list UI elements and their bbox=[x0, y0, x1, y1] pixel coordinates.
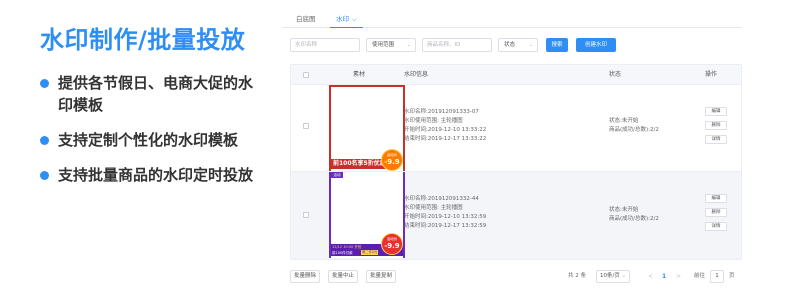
row-actions: 编辑 删除 详情 bbox=[705, 194, 729, 236]
header-material: 素材 bbox=[353, 71, 366, 78]
header-action: 操作 bbox=[705, 71, 718, 78]
start-time: 开始时间:2019-12-10 13:33:22 bbox=[404, 127, 487, 133]
page-unit: 页 bbox=[729, 273, 735, 279]
current-page[interactable]: 1 bbox=[662, 270, 666, 283]
price-badge: 活动价 -9.9 bbox=[381, 149, 403, 171]
table-header: 素材 水印信息 状态 操作 bbox=[291, 65, 741, 85]
product-search-input[interactable]: 商品名称、ID bbox=[422, 38, 492, 52]
banner-label: 第二件0元 bbox=[361, 250, 379, 255]
feature-item: 支持定制个性化的水印模板 bbox=[38, 129, 266, 151]
end-time: 结束时间:2019-12-17 13:32:59 bbox=[404, 223, 487, 229]
watermark-thumbnail: 前100名享5折优惠 活动价 -9.9 bbox=[329, 85, 405, 171]
delete-button[interactable]: 删除 bbox=[705, 208, 727, 217]
start-time: 开始时间:2019-12-10 13:32:59 bbox=[404, 214, 487, 220]
chevron-left-icon[interactable]: < bbox=[648, 270, 653, 283]
status-text: 状态:未开始 bbox=[609, 207, 639, 213]
watermark-banner: 前100名享5折优惠 bbox=[331, 159, 387, 169]
watermark-app: 白底图 水印 ⌵ 水印名称 使用范围 ⌄ 商品名称、ID 状态 ⌄ 搜索 创建水印 素… bbox=[282, 8, 742, 298]
edit-button[interactable]: 编辑 bbox=[705, 194, 727, 203]
search-button[interactable]: 搜索 bbox=[546, 38, 568, 52]
watermark-scope: 水印使用范围: 主轮播图 bbox=[404, 205, 463, 211]
detail-button[interactable]: 详情 bbox=[705, 222, 727, 231]
chevron-right-icon[interactable]: > bbox=[676, 270, 681, 283]
caret-down-icon: ⌄ bbox=[406, 42, 411, 48]
watermark-thumbnail: 活动 12/12 10:00 开抢 前100件付款 第二件0元 活动价 -9.9 bbox=[329, 172, 405, 258]
table-footer: 批量删除 批量中止 批量复制 共 2 条 10条/页 ⌄ < 1 > 前往 1 页 bbox=[290, 270, 742, 284]
batch-copy-button[interactable]: 批量复制 bbox=[366, 270, 396, 283]
watermark-scope: 水印使用范围: 主轮播图 bbox=[404, 118, 463, 124]
page-title: 水印制作/批量投放 bbox=[40, 26, 246, 54]
create-watermark-button[interactable]: 创建水印 bbox=[576, 38, 616, 52]
row-status: 状态:未开始 商品(成功/总数):2/2 bbox=[609, 206, 659, 224]
chevron-down-icon: ⌵ bbox=[352, 16, 357, 23]
feature-panel: 水印制作/批量投放 提供各节假日、电商大促的水印模板 支持定制个性化的水印模板 … bbox=[0, 0, 272, 302]
banner-line: 前100件付款 bbox=[332, 251, 353, 255]
row-checkbox[interactable] bbox=[303, 123, 309, 129]
badge-value: -9.9 bbox=[384, 158, 400, 166]
watermark-name: 水印名称:201912091332-44 bbox=[404, 196, 479, 202]
watermark-info: 水印名称:201912091333-07 水印使用范围: 主轮播图 开始时间:2… bbox=[404, 108, 486, 144]
end-time: 结束时间:2019-12-17 13:33:22 bbox=[404, 136, 487, 142]
select-value: 10条/页 bbox=[600, 273, 620, 279]
caret-down-icon: ⌄ bbox=[528, 42, 533, 48]
select-value: 使用范围 bbox=[372, 42, 395, 48]
row-actions: 编辑 删除 详情 bbox=[705, 107, 729, 149]
goto-label: 前往 bbox=[694, 273, 706, 279]
feature-item: 支持批量商品的水印定时投放 bbox=[38, 164, 266, 186]
watermark-info: 水印名称:201912091332-44 水印使用范围: 主轮播图 开始时间:2… bbox=[404, 195, 486, 231]
edit-button[interactable]: 编辑 bbox=[705, 107, 727, 116]
goto-page-input[interactable]: 1 bbox=[710, 270, 724, 283]
watermark-table: 素材 水印信息 状态 操作 前100名享5折优惠 活动价 -9.9 水印名称:2… bbox=[290, 64, 742, 260]
detail-button[interactable]: 详情 bbox=[705, 135, 727, 144]
row-status: 状态:未开始 商品(成功/总数):2/2 bbox=[609, 117, 659, 135]
price-badge: 活动价 -9.9 bbox=[381, 233, 403, 255]
watermark-name: 水印名称:201912091333-07 bbox=[404, 109, 479, 115]
row-checkbox[interactable] bbox=[303, 212, 309, 218]
bullet-dot-icon bbox=[40, 79, 49, 88]
select-value: 状态 bbox=[504, 42, 516, 48]
delete-button[interactable]: 删除 bbox=[705, 121, 727, 130]
feature-text: 提供各节假日、电商大促的水印模板 bbox=[58, 74, 254, 114]
table-row: 活动 12/12 10:00 开抢 前100件付款 第二件0元 活动价 -9.9… bbox=[291, 172, 741, 260]
status-text: 状态:未开始 bbox=[609, 118, 639, 124]
table-row: 前100名享5折优惠 活动价 -9.9 水印名称:201912091333-07… bbox=[291, 85, 741, 172]
batch-delete-button[interactable]: 批量删除 bbox=[290, 270, 320, 283]
watermark-name-input[interactable]: 水印名称 bbox=[290, 38, 360, 52]
header-info: 水印信息 bbox=[404, 71, 429, 78]
badge-value: -9.9 bbox=[384, 242, 400, 250]
filter-bar: 水印名称 使用范围 ⌄ 商品名称、ID 状态 ⌄ 搜索 创建水印 bbox=[290, 38, 742, 52]
feature-text: 支持批量商品的水印定时投放 bbox=[58, 166, 254, 184]
feature-list: 提供各节假日、电商大促的水印模板 支持定制个性化的水印模板 支持批量商品的水印定… bbox=[38, 72, 266, 199]
tab-watermark[interactable]: 水印 ⌵ bbox=[330, 12, 363, 28]
scope-select[interactable]: 使用范围 ⌄ bbox=[366, 38, 416, 52]
feature-item: 提供各节假日、电商大促的水印模板 bbox=[38, 72, 266, 116]
batch-stop-button[interactable]: 批量中止 bbox=[328, 270, 358, 283]
product-count: 商品(成功/总数):2/2 bbox=[609, 127, 659, 133]
tab-bar: 白底图 水印 ⌵ bbox=[282, 8, 742, 28]
page-size-select[interactable]: 10条/页 ⌄ bbox=[596, 270, 630, 283]
bullet-dot-icon bbox=[40, 136, 49, 145]
header-status: 状态 bbox=[609, 71, 622, 78]
select-all-checkbox[interactable] bbox=[303, 72, 309, 78]
caret-down-icon: ⌄ bbox=[621, 273, 626, 279]
bullet-dot-icon bbox=[40, 171, 49, 180]
watermark-tag: 活动 bbox=[331, 172, 343, 178]
product-count: 商品(成功/总数):2/2 bbox=[609, 216, 659, 222]
status-select[interactable]: 状态 ⌄ bbox=[498, 38, 538, 52]
total-count: 共 2 条 bbox=[568, 273, 586, 279]
tab-label: 白底图 bbox=[296, 15, 316, 23]
feature-text: 支持定制个性化的水印模板 bbox=[58, 131, 239, 149]
tab-white-background[interactable]: 白底图 bbox=[290, 12, 322, 28]
tab-label: 水印 bbox=[336, 15, 349, 23]
